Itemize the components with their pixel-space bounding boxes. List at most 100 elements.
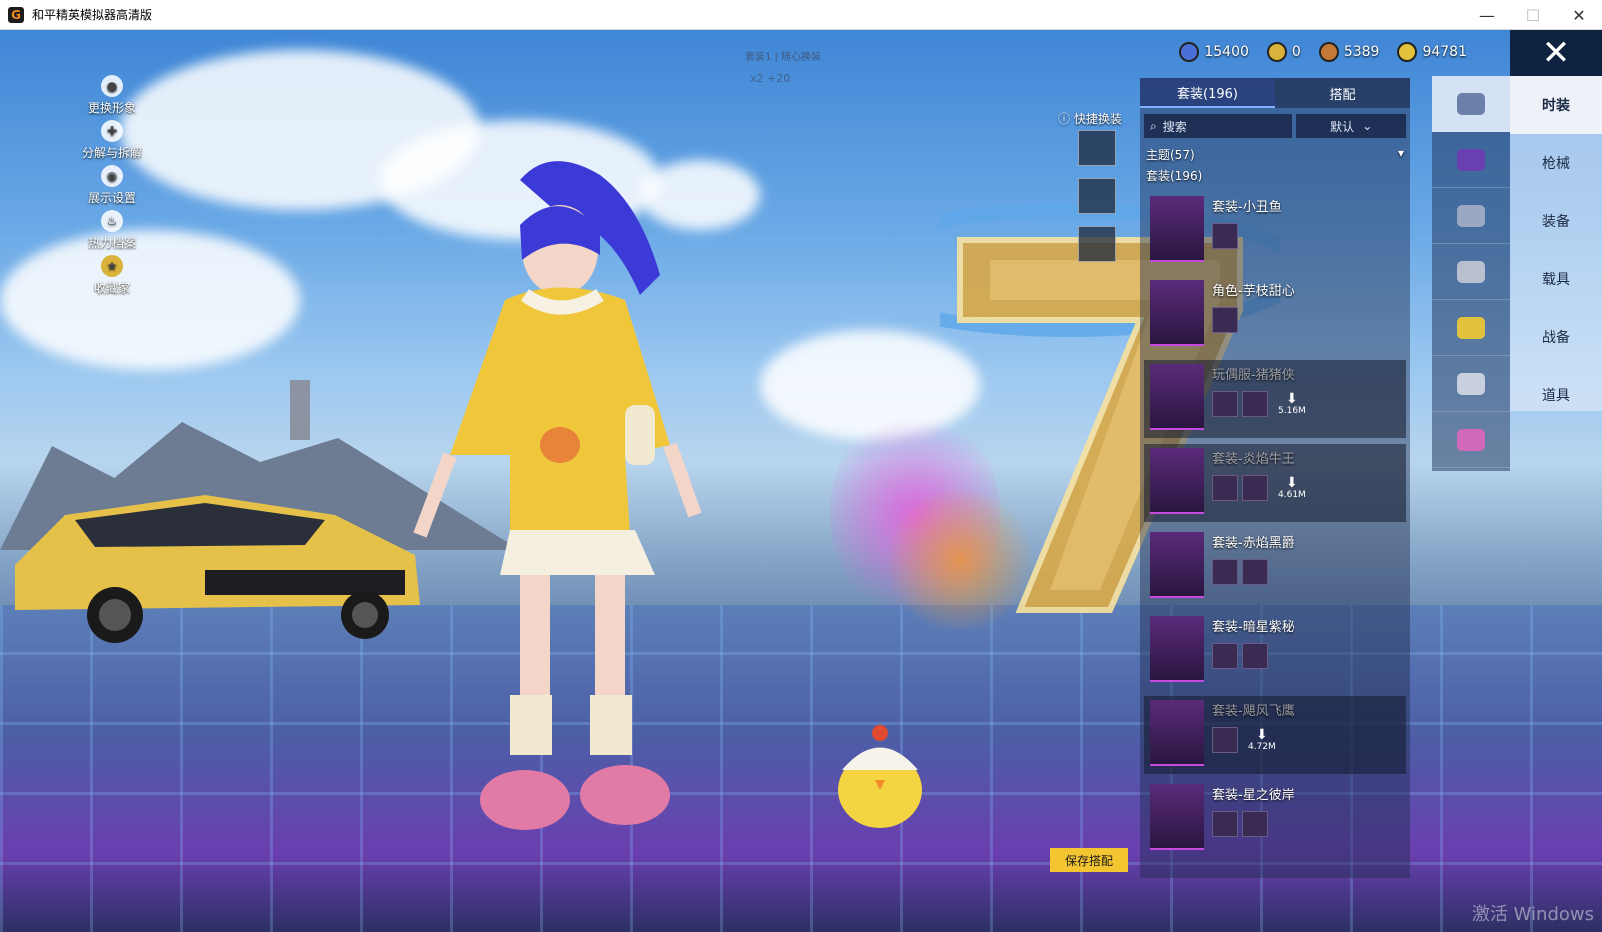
maximize-button[interactable]: ☐ — [1510, 0, 1556, 30]
quick-slot-3[interactable] — [1078, 226, 1116, 262]
left-menu-label: 收藏家 — [93, 281, 130, 295]
download-size: 4.61M — [1278, 490, 1306, 500]
outfit-name: 玩偶服-猪猪侠 — [1212, 368, 1295, 383]
outfit-thumbnail — [1150, 616, 1204, 682]
outfit-part-thumb — [1242, 559, 1268, 585]
coin-icon — [1179, 42, 1200, 62]
display-settings-button[interactable]: ◉ 展示设置 — [72, 165, 152, 210]
collector-button[interactable]: ★ 收藏家 — [72, 255, 152, 300]
download-button[interactable]: ⬇ 5.16M — [1278, 392, 1306, 416]
group-theme[interactable]: 主题(57) ▾ — [1140, 144, 1410, 165]
group-theme-text: 主题(57) — [1146, 148, 1195, 162]
subcategory-mask[interactable] — [1432, 244, 1510, 300]
outfit-item[interactable]: 角色-芋枝甜心 — [1144, 276, 1406, 354]
tab-suits[interactable]: 套装(196) — [1140, 78, 1275, 108]
outfit-name: 角色-芋枝甜心 — [1212, 284, 1295, 299]
window-titlebar: G 和平精英模拟器高清版 — ☐ ✕ — [0, 0, 1602, 30]
glasses-icon — [1457, 204, 1485, 227]
shoes-icon — [1457, 428, 1485, 451]
outfit-thumbnail — [1150, 280, 1204, 346]
group-suits: 套装(196) — [1146, 169, 1203, 183]
outfit-name: 套装-暗星紫秘 — [1212, 620, 1295, 635]
outfit-part-thumb — [1212, 223, 1238, 249]
panel-tabs: 套装(196) 搭配 — [1140, 78, 1410, 108]
coin-icon — [1397, 42, 1418, 62]
close-panel-button[interactable]: ✕ — [1510, 30, 1602, 76]
quick-slot-1[interactable] — [1078, 130, 1116, 166]
sort-select[interactable]: 默认 ⌄ — [1296, 114, 1406, 138]
subcategory-glasses[interactable] — [1432, 188, 1510, 244]
tab-match[interactable]: 搭配 — [1275, 78, 1410, 108]
outfit-thumbnail — [1150, 448, 1204, 514]
left-menu-label: 分解与拆解 — [81, 146, 142, 160]
avatar-icon: ● — [101, 75, 123, 97]
outfit-name: 套装-小丑鱼 — [1212, 200, 1282, 215]
outfit-part-thumb — [1212, 643, 1238, 669]
outfit-item[interactable]: 套装-星之彼岸 — [1144, 780, 1406, 858]
category-guns[interactable]: 枪械 — [1510, 134, 1602, 192]
heat-profile-button[interactable]: ♨ 热力档案 — [72, 210, 152, 255]
download-button[interactable]: ⬇ 4.61M — [1278, 476, 1306, 500]
app-icon: G — [8, 6, 24, 23]
outfit-thumbnail — [1150, 196, 1204, 262]
dropdown-arrow-icon: ▾ — [1397, 146, 1404, 160]
minimize-button[interactable]: — — [1464, 0, 1510, 30]
outfit-item[interactable]: 套装-小丑鱼 — [1144, 192, 1406, 270]
outfit-part-thumb — [1212, 307, 1238, 333]
quick-change-label[interactable]: ⓘ 快捷换装 — [1058, 110, 1122, 127]
yellow-suv — [15, 495, 420, 643]
currency-item: 15400 — [1179, 42, 1249, 62]
outfit-part-thumb — [1212, 475, 1238, 501]
subcategory-shoes[interactable] — [1432, 412, 1510, 468]
outfit-name: 套装-星之彼岸 — [1212, 788, 1295, 803]
outfit-thumbnail — [1150, 364, 1204, 430]
download-button[interactable]: ⬇ 4.72M — [1248, 728, 1276, 752]
outfit-item[interactable]: 套装-赤焰黑爵 — [1144, 528, 1406, 606]
puzzle-icon: ✚ — [101, 120, 123, 142]
hat-icon — [1457, 92, 1485, 115]
top-hint-text: 套装1 | 随心换装 — [744, 52, 822, 63]
search-input[interactable]: ⌕ 搜索 — [1144, 114, 1293, 138]
category-fashion[interactable]: 时装 — [1510, 76, 1602, 134]
currency-value: 94781 — [1422, 44, 1467, 60]
outfit-part-thumb — [1242, 391, 1268, 417]
coin-icon — [1318, 42, 1339, 62]
outfit-part-thumb — [1212, 559, 1238, 585]
outfit-name: 套装-炎焰牛王 — [1212, 452, 1295, 467]
download-icon: ⬇ — [1286, 475, 1298, 491]
outfit-item[interactable]: 套装-飓风飞鹰 ⬇ 4.72M — [1144, 696, 1406, 774]
outfit-item[interactable]: 套装-暗星紫秘 — [1144, 612, 1406, 690]
left-function-menu: ● 更换形象 ✚ 分解与拆解 ◉ 展示设置 ♨ 热力档案 ★ 收藏家 — [72, 75, 152, 300]
subcategory-hanger[interactable] — [1432, 356, 1510, 412]
mask-icon — [1457, 260, 1485, 283]
decompose-button[interactable]: ✚ 分解与拆解 — [72, 120, 152, 165]
category-vehicle[interactable]: 载具 — [1510, 250, 1602, 308]
outfit-part-thumb — [1212, 391, 1238, 417]
hanger-icon — [1457, 372, 1485, 395]
outfit-item[interactable]: 玩偶服-猪猪侠 ⬇ 5.16M — [1144, 360, 1406, 438]
save-outfit-button[interactable]: 保存搭配 — [1050, 848, 1128, 872]
filter-row: ⌕ 搜索 默认 ⌄ — [1140, 108, 1410, 144]
outfit-part-thumb — [1212, 811, 1238, 837]
close-window-button[interactable]: ✕ — [1556, 0, 1602, 30]
category-props[interactable]: 道具 — [1510, 366, 1602, 424]
outfit-thumbnail — [1150, 784, 1204, 850]
category-battle-prep[interactable]: 战备 — [1510, 308, 1602, 366]
eye-icon: ◉ — [101, 165, 123, 187]
outfit-part-thumb — [1242, 643, 1268, 669]
outfit-item[interactable]: 套装-炎焰牛王 ⬇ 4.61M — [1144, 444, 1406, 522]
quick-slot-2[interactable] — [1078, 178, 1116, 214]
collector-badge-icon: ★ — [101, 255, 123, 277]
download-icon: ⬇ — [1256, 727, 1268, 743]
tower — [290, 380, 310, 440]
subcategory-outfit[interactable] — [1432, 132, 1510, 188]
change-appearance-button[interactable]: ● 更换形象 — [72, 75, 152, 120]
outfit-name: 套装-飓风飞鹰 — [1212, 704, 1295, 719]
outfit-thumbnail — [1150, 700, 1204, 766]
subcategory-hat[interactable] — [1432, 76, 1510, 132]
category-equipment[interactable]: 装备 — [1510, 192, 1602, 250]
search-placeholder: 搜索 — [1162, 119, 1187, 134]
coin-icon — [1266, 42, 1287, 62]
category-column: 时装 枪械 装备 载具 战备 道具 — [1510, 76, 1602, 411]
subcategory-jacket[interactable] — [1432, 300, 1510, 356]
